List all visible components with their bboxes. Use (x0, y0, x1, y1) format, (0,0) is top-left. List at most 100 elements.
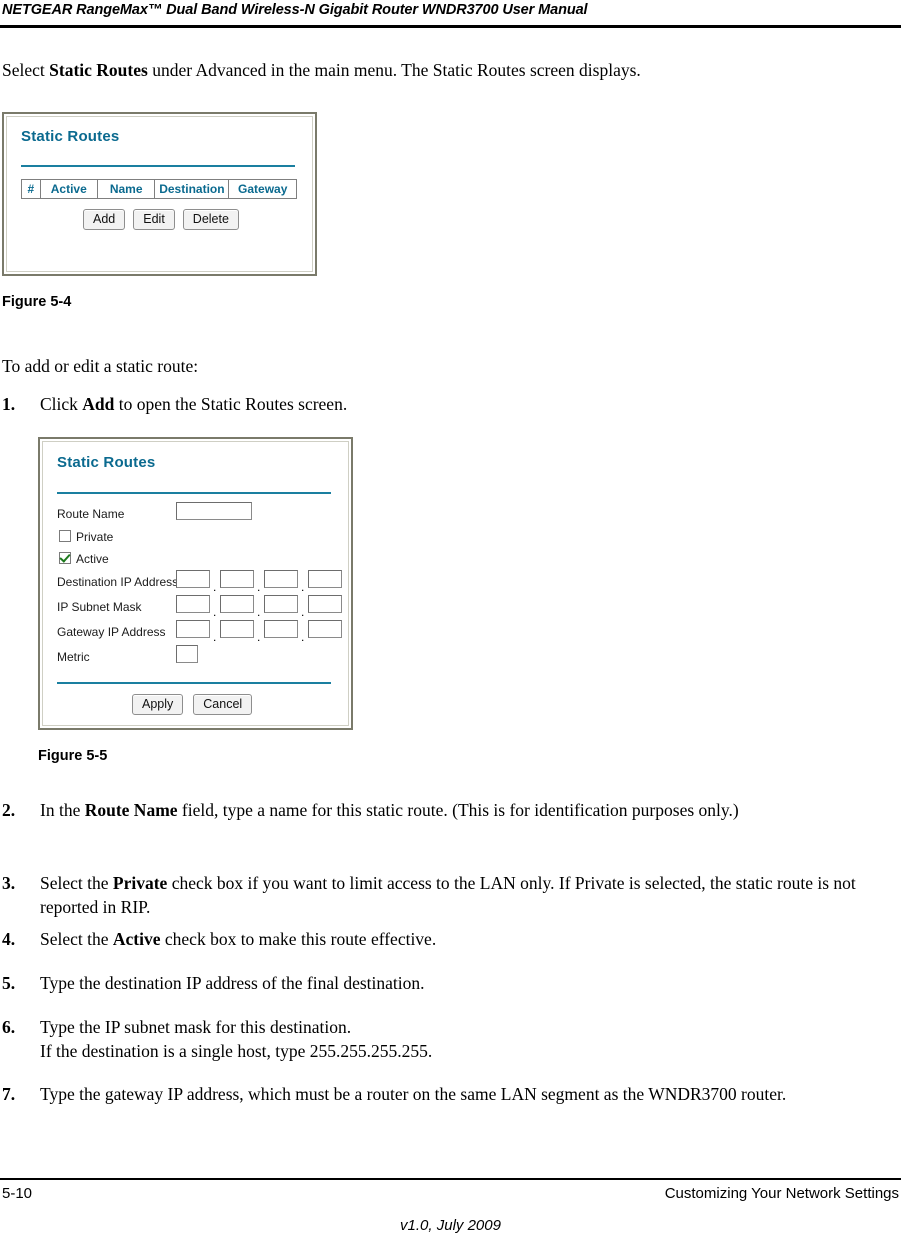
list-item-step-7: 7. Type the gateway IP address, which mu… (2, 1083, 862, 1107)
static-routes-list-screenshot: Static Routes # Active Name Destination … (2, 112, 317, 276)
ip-separator-dot: . (257, 630, 261, 644)
step1-bold: Add (82, 394, 115, 414)
column-header-active: Active (41, 180, 98, 198)
step1-after: to open the Static Routes screen. (114, 394, 348, 414)
static-routes-edit-heading: Static Routes (57, 454, 156, 471)
intro-text-bold: Static Routes (49, 60, 148, 80)
column-header-gateway: Gateway (238, 182, 288, 196)
heading-underline (21, 165, 295, 167)
destination-ip-octet-3[interactable] (264, 570, 298, 588)
add-button[interactable]: Add (83, 209, 126, 230)
list-item-step-1: 1. Click Add to open the Static Routes s… (2, 393, 702, 417)
list-item-step-2: 2. In the Route Name field, type a name … (2, 799, 892, 823)
subnet-mask-octet-1[interactable] (176, 595, 210, 613)
step-text: Type the IP subnet mask for this destina… (40, 1016, 892, 1063)
apply-button[interactable]: Apply (132, 694, 184, 715)
step3-before: Select the (40, 873, 113, 893)
step-number: 3. (2, 873, 16, 893)
ip-separator-dot: . (301, 605, 305, 619)
ip-separator-dot: . (213, 630, 217, 644)
step2-bold: Route Name (84, 800, 178, 820)
footer-version: v1.0, July 2009 (400, 1217, 501, 1234)
subnet-mask-octet-3[interactable] (264, 595, 298, 613)
ip-separator-dot: . (213, 605, 217, 619)
step-text: Type the destination IP address of the f… (40, 973, 425, 993)
footer-divider (0, 1178, 901, 1180)
column-header-number: # (22, 180, 41, 198)
header-title: NETGEAR RangeMax™ Dual Band Wireless-N G… (2, 2, 588, 18)
header-divider (0, 25, 901, 28)
step4-bold: Active (112, 929, 161, 949)
step2-before: In the (40, 800, 85, 820)
subnet-mask-octet-4[interactable] (308, 595, 342, 613)
destination-ip-octet-2[interactable] (220, 570, 254, 588)
gateway-ip-label: Gateway IP Address (57, 625, 166, 639)
route-name-label: Route Name (57, 507, 125, 521)
step4-before: Select the (40, 929, 113, 949)
subnet-mask-label: IP Subnet Mask (57, 600, 142, 614)
step-number: 1. (2, 394, 16, 414)
destination-ip-label: Destination IP Address (57, 575, 179, 589)
list-item-step-5: 5. Type the destination IP address of th… (2, 972, 892, 996)
step4-after: check box to make this route effective. (160, 929, 437, 949)
figure-5-4-caption: Figure 5-4 (2, 294, 72, 310)
column-header-destination: Destination (155, 180, 230, 198)
destination-ip-octet-1[interactable] (176, 570, 210, 588)
gateway-ip-octet-3[interactable] (264, 620, 298, 638)
delete-button[interactable]: Delete (182, 209, 239, 230)
step6-line1: Type the IP subnet mask for this destina… (40, 1017, 352, 1037)
edit-heading-underline (57, 492, 331, 494)
active-checkbox[interactable] (59, 552, 71, 564)
metric-label: Metric (57, 650, 90, 664)
column-header-name: Name (98, 180, 156, 198)
footer-section-title: Customizing Your Network Settings (664, 1185, 899, 1202)
gateway-ip-octet-2[interactable] (220, 620, 254, 638)
step-number: 7. (2, 1084, 16, 1104)
route-name-input[interactable] (176, 502, 252, 520)
gateway-ip-octet-4[interactable] (308, 620, 342, 638)
active-label: Active (76, 552, 109, 566)
private-checkbox[interactable] (59, 530, 71, 542)
step2-after: field, type a name for this static route… (177, 800, 739, 820)
figure-5-5-caption: Figure 5-5 (38, 748, 108, 764)
step-number: 2. (2, 800, 16, 820)
page-number: 5-10 (2, 1185, 33, 1202)
destination-ip-octet-4[interactable] (308, 570, 342, 588)
intro-text-before: Select (2, 60, 50, 80)
edit-button[interactable]: Edit (133, 209, 175, 230)
edit-form-button-row: Apply Cancel (132, 694, 253, 715)
list-item-step-4: 4. Select the Active check box to make t… (2, 928, 892, 952)
intro-paragraph: Select Static Routes under Advanced in t… (2, 59, 882, 82)
page-header: NETGEAR RangeMax™ Dual Band Wireless-N G… (0, 0, 901, 30)
edit-form-divider (57, 682, 331, 684)
step-number: 4. (2, 929, 16, 949)
step-text: In the Route Name field, type a name for… (40, 799, 892, 823)
manual-page: NETGEAR RangeMax™ Dual Band Wireless-N G… (0, 0, 901, 1247)
step-text: Type the gateway IP address, which must … (40, 1084, 787, 1104)
step1-before: Click (40, 394, 83, 414)
gateway-ip-octet-1[interactable] (176, 620, 210, 638)
static-routes-button-row: Add Edit Delete (83, 209, 239, 230)
step6-line2: If the destination is a single host, typ… (40, 1040, 433, 1061)
cancel-button[interactable]: Cancel (193, 694, 253, 715)
step-text: Select the Active check box to make this… (40, 928, 892, 952)
intro-text-after: under Advanced in the main menu. The Sta… (147, 60, 641, 80)
step-text: Select the Private check box if you want… (40, 872, 892, 919)
to-add-paragraph: To add or edit a static route: (2, 356, 199, 376)
static-routes-edit-screenshot: Static Routes Route Name Private Active … (38, 437, 353, 730)
static-routes-list-frame: Static Routes # Active Name Destination … (6, 116, 313, 272)
list-item-step-3: 3. Select the Private check box if you w… (2, 872, 892, 919)
step3-bold: Private (112, 873, 168, 893)
ip-separator-dot: . (213, 580, 217, 594)
ip-separator-dot: . (301, 630, 305, 644)
subnet-mask-octet-2[interactable] (220, 595, 254, 613)
ip-separator-dot: . (257, 580, 261, 594)
metric-input[interactable] (176, 645, 198, 663)
ip-separator-dot: . (257, 605, 261, 619)
list-item-step-6: 6. Type the IP subnet mask for this dest… (2, 1016, 892, 1063)
static-routes-edit-frame: Static Routes Route Name Private Active … (42, 441, 349, 726)
static-routes-table-header: # Active Name Destination Gateway (21, 179, 297, 199)
step-text: Click Add to open the Static Routes scre… (40, 393, 702, 417)
step-number: 5. (2, 973, 16, 993)
private-label: Private (76, 530, 114, 544)
